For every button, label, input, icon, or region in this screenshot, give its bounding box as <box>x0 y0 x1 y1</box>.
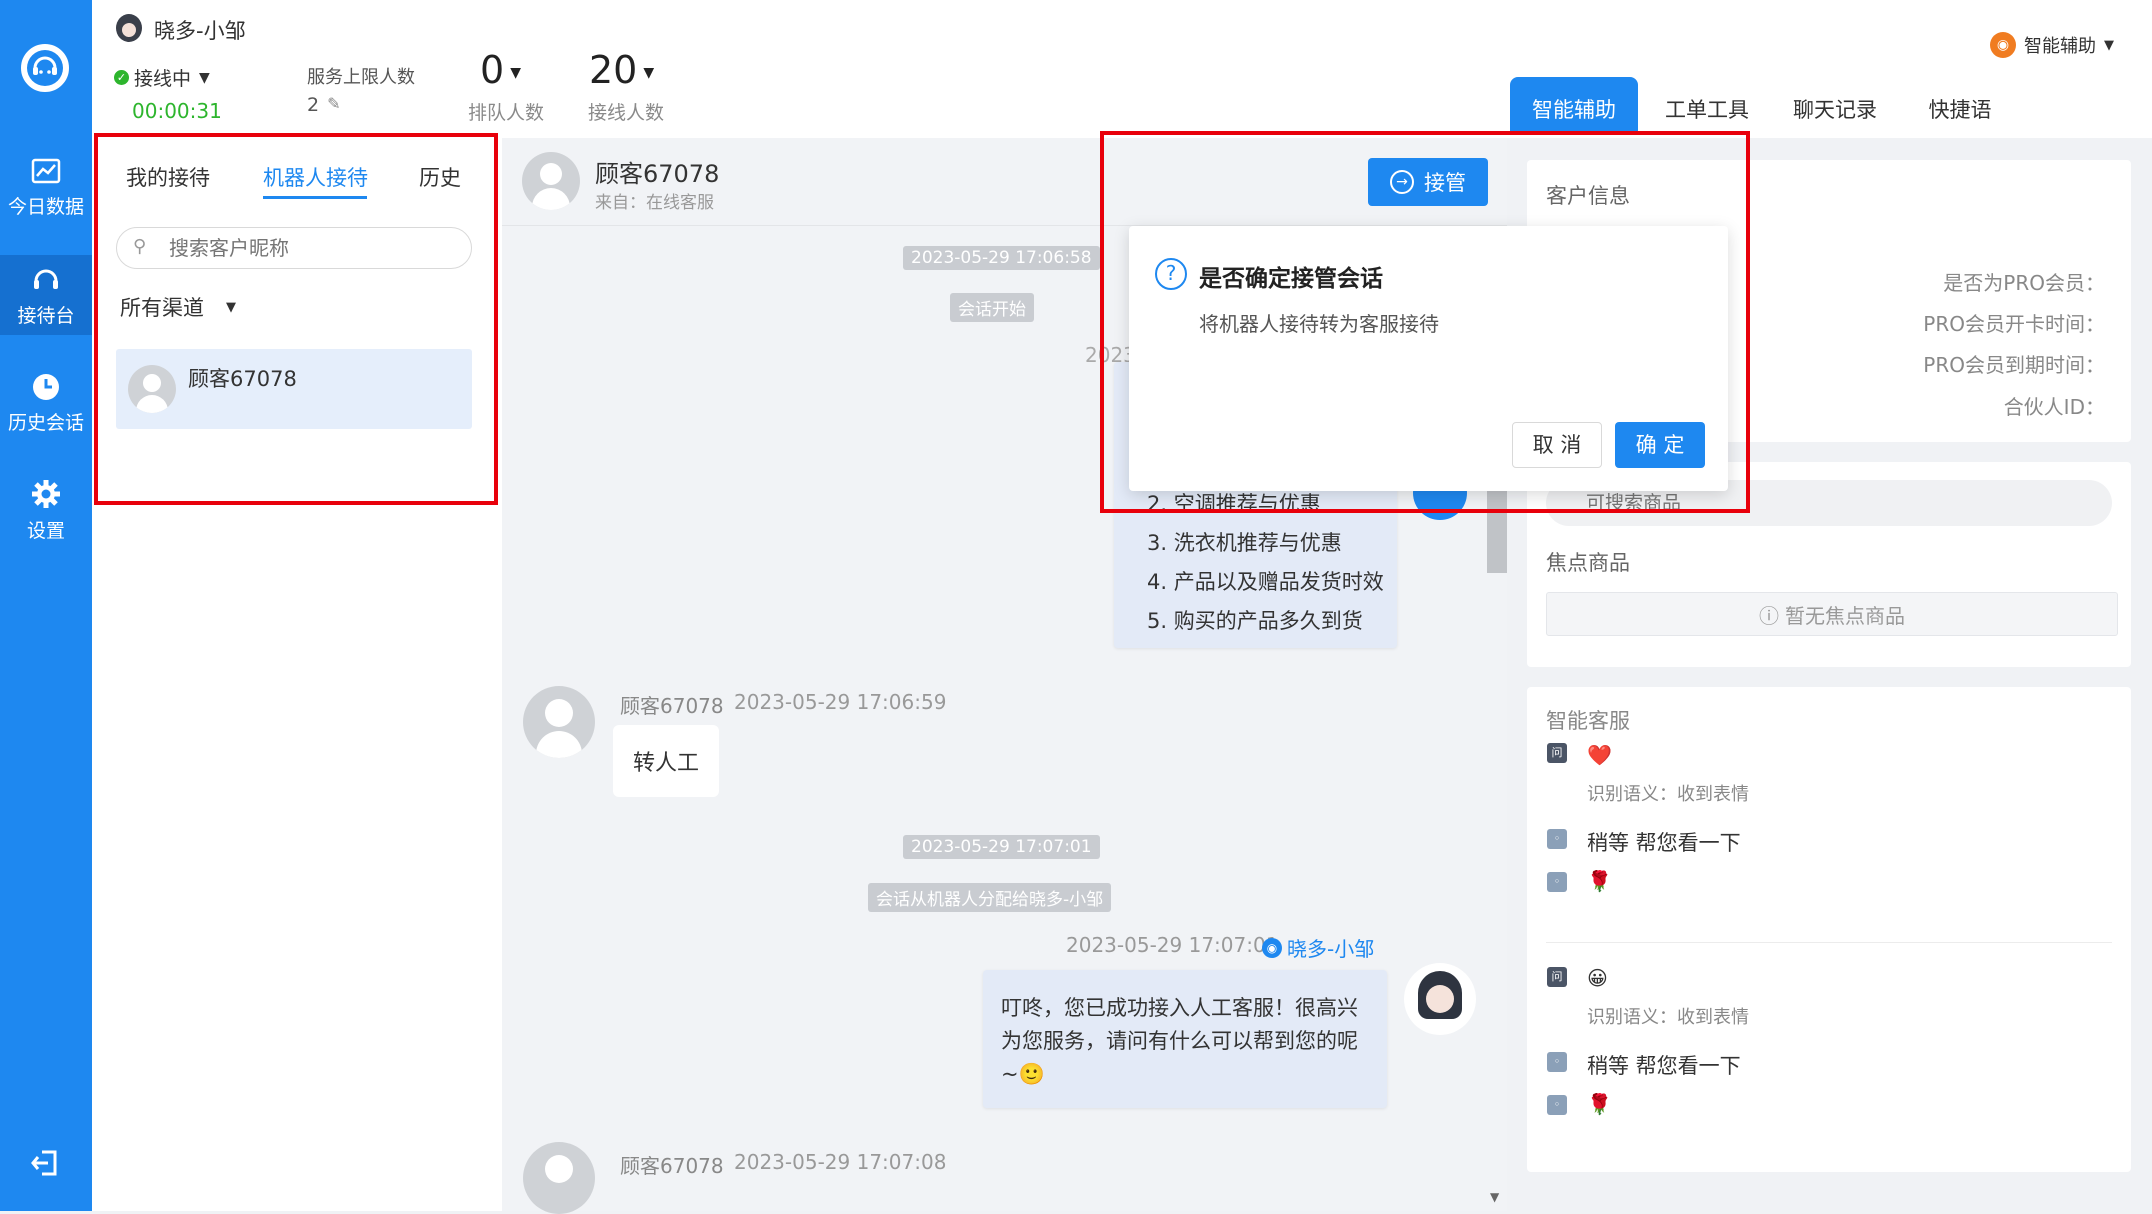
agent-message-bubble: 叮咚，您已成功接入人工客服！很高兴为您服务，请问有什么可以帮到您的呢~🙂 <box>983 970 1387 1108</box>
divider <box>1546 942 2112 943</box>
check-icon: ✓ <box>114 70 129 85</box>
clock-icon <box>33 374 59 400</box>
service-limit-value: 2 <box>307 94 320 116</box>
tab-smart-assist[interactable]: 智能辅助 <box>1510 94 1638 124</box>
message-sender: 顾客67078 <box>620 694 724 718</box>
service-limit-label: 服务上限人数 <box>307 67 415 88</box>
smart-title: 智能客服 <box>1546 709 1630 733</box>
highlight-box-session-list <box>94 133 498 505</box>
sidebar-item-label: 历史会话 <box>7 412 84 434</box>
highlight-box-dialog <box>1100 131 1750 513</box>
queue-count[interactable]: 0 ▼ <box>480 48 521 92</box>
sidebar-item-settings[interactable]: 设置 <box>0 478 92 550</box>
avatar <box>523 686 595 758</box>
intent-label: 识别语义：收到表情 <box>1587 784 1749 805</box>
sidebar-item-label: 接待台 <box>17 305 75 327</box>
reply-icon: ◦ <box>1547 829 1567 849</box>
message-time: 2023-05-29 17:06:59 <box>734 690 947 714</box>
reply-icon: ◦ <box>1547 1095 1567 1115</box>
field-pro-open-time: PRO会员开卡时间： <box>1923 312 2105 336</box>
caret-down-icon: ▼ <box>643 64 655 81</box>
caret-down-icon: ▼ <box>510 64 521 81</box>
top-header: 晓多-小邹 ✓ 接线中 ▼ 00:00:31 服务上限人数 2 ✎ 0 ▼ 排队人… <box>92 0 2152 138</box>
tab-performance[interactable]: 绩效 <box>2142 94 2152 124</box>
headset-icon <box>34 269 58 289</box>
received-emoji: 😀 <box>1587 966 1608 990</box>
agent-sender-name: 晓多-小邹 <box>1287 937 1375 961</box>
sidebar-item-label: 设置 <box>26 520 65 542</box>
sidebar-item-label: 今日数据 <box>7 196 84 218</box>
message-time: 2023-05-29 17:07:08 <box>734 1150 947 1174</box>
sidebar-item-reception[interactable]: 接待台 <box>0 255 92 335</box>
field-partner-id: 合伙人ID： <box>2003 395 2105 419</box>
sidebar: 今日数据 接待台 历史会话 设置 <box>0 0 92 1211</box>
menu-item[interactable]: 3. 洗衣机推荐与优惠 <box>1147 524 1384 563</box>
receiving-label: 接线人数 <box>588 102 665 124</box>
suggested-reply[interactable]: 稍等 帮您看一下 <box>1587 827 1741 857</box>
robot-icon: ◉ <box>1262 937 1282 958</box>
queue-count-value: 0 <box>480 48 505 92</box>
session-timer: 00:00:31 <box>132 99 222 123</box>
chat-source: 来自：在线客服 <box>595 193 714 213</box>
question-badge-icon: 问 <box>1547 967 1567 987</box>
session-start-pill: 会话开始 <box>950 293 1034 322</box>
info-icon: ⓘ <box>1759 603 1779 628</box>
assignment-note-pill: 会话从机器人分配给晓多-小邹 <box>868 883 1112 912</box>
caret-down-icon: ▼ <box>2104 37 2114 53</box>
suggested-reply[interactable]: 稍等 帮您看一下 <box>1587 1050 1741 1080</box>
avatar <box>522 152 580 210</box>
reply-icon: ◦ <box>1547 1052 1567 1072</box>
logout-icon[interactable] <box>30 1148 60 1182</box>
sidebar-item-today-data[interactable]: 今日数据 <box>0 158 92 230</box>
receiving-count[interactable]: 20 ▼ <box>589 48 654 92</box>
agent-name: 晓多-小邹 <box>154 19 246 43</box>
avatar <box>523 1142 595 1214</box>
question-badge-icon: 问 <box>1547 743 1567 763</box>
focus-title: 焦点商品 <box>1546 551 1630 575</box>
no-focus-product: ⓘ 暂无焦点商品 <box>1546 592 2118 636</box>
robot-icon: ◉ <box>1990 32 2016 58</box>
timestamp-pill: 2023-05-29 17:06:58 <box>903 246 1100 270</box>
status-text: 接线中 <box>134 68 192 90</box>
service-limit[interactable]: 2 ✎ <box>307 94 341 116</box>
scroll-down-icon[interactable]: ▼ <box>1490 1190 1499 1204</box>
tab-quick-phrases[interactable]: 快捷语 <box>1910 94 2010 124</box>
app-logo-icon <box>21 44 69 92</box>
received-emoji: ❤️ <box>1587 743 1612 767</box>
status-dropdown[interactable]: ✓ 接线中 ▼ <box>114 64 210 91</box>
smart-service-card: 智能客服 问 ❤️ 识别语义：收到表情 ◦ 稍等 帮您看一下 ◦ 🌹 问 😀 识… <box>1527 687 2131 1172</box>
caret-down-icon: ▼ <box>199 69 210 86</box>
reply-icon: ◦ <box>1547 872 1567 892</box>
menu-item[interactable]: 5. 购买的产品多久到货 <box>1147 602 1384 641</box>
edit-icon[interactable]: ✎ <box>327 94 340 116</box>
sidebar-item-history[interactable]: 历史会话 <box>0 372 92 444</box>
message-time: 2023-05-29 17:07:01 <box>1066 933 1279 957</box>
gear-icon <box>32 480 60 508</box>
timestamp-pill: 2023-05-29 17:07:01 <box>903 835 1100 859</box>
agent-avatar-large <box>1404 963 1476 1035</box>
suggested-reply[interactable]: 🌹 <box>1587 869 1612 893</box>
customer-message-bubble: 转人工 <box>613 725 720 797</box>
queue-label: 排队人数 <box>468 102 545 124</box>
assistant-label: 智能辅助 <box>2024 36 2096 57</box>
chat-customer-name: 顾客67078 <box>595 160 720 188</box>
no-focus-text: 暂无焦点商品 <box>1785 603 1905 628</box>
field-pro-expire-time: PRO会员到期时间： <box>1923 353 2105 377</box>
menu-item[interactable]: 4. 产品以及赠品发货时效 <box>1147 563 1384 602</box>
agent-sender: ◉ 晓多-小邹 <box>1262 933 1374 962</box>
receiving-count-value: 20 <box>589 48 638 92</box>
suggested-reply[interactable]: 🌹 <box>1587 1092 1612 1116</box>
intent-label: 识别语义：收到表情 <box>1587 1007 1749 1028</box>
tab-chat-history[interactable]: 聊天记录 <box>1780 94 1890 124</box>
field-pro-member: 是否为PRO会员： <box>1943 271 2105 295</box>
tab-ticket-tool[interactable]: 工单工具 <box>1652 94 1762 124</box>
assistant-dropdown[interactable]: ◉ 智能辅助 ▼ <box>1990 32 2114 58</box>
agent-avatar <box>116 14 142 42</box>
chart-icon <box>31 158 61 184</box>
message-sender: 顾客67078 <box>620 1154 724 1178</box>
